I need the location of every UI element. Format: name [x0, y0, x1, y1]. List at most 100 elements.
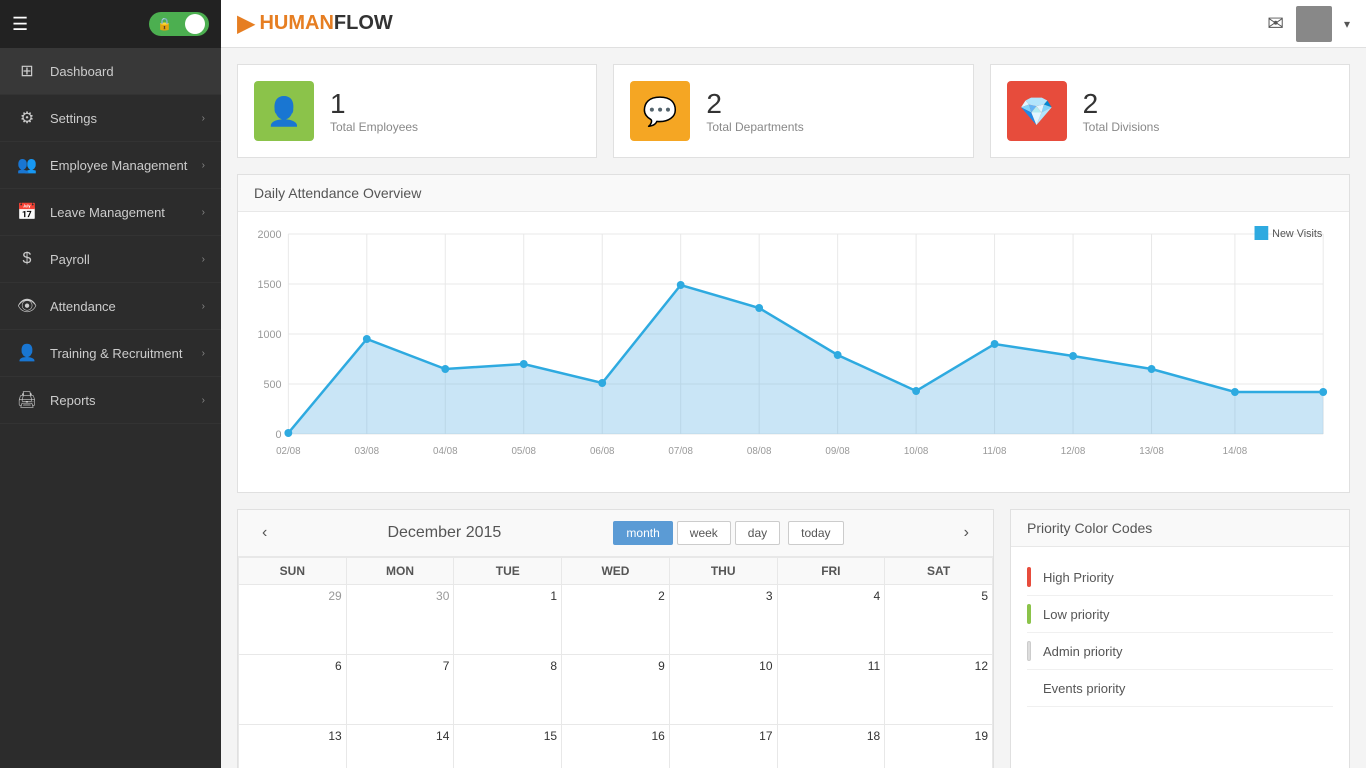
stat-icon-box-employees: 👤 — [254, 81, 314, 141]
chart-point — [1319, 388, 1327, 396]
calendar-next-button[interactable]: › — [956, 520, 977, 546]
chart-title: Daily Attendance Overview — [238, 175, 1349, 212]
cal-day-cell[interactable]: 11 — [777, 655, 885, 725]
logo: ▶ HUMANFLOW — [237, 9, 393, 38]
sidebar-item-attendance[interactable]: 👁 Attendance › — [0, 283, 221, 330]
cal-day-cell[interactable]: 16 — [562, 725, 670, 768]
sidebar-item-dashboard[interactable]: ⊞ Dashboard — [0, 48, 221, 95]
svg-text:1000: 1000 — [257, 329, 281, 341]
sidebar-item-training-recruitment[interactable]: 👤 Training & Recruitment › — [0, 330, 221, 377]
cal-day-cell[interactable]: 2 — [562, 585, 670, 655]
cal-day-cell[interactable]: 5 — [885, 585, 993, 655]
day-number: 6 — [243, 659, 342, 673]
cal-day-cell[interactable]: 3 — [669, 585, 777, 655]
svg-text:07/08: 07/08 — [668, 446, 693, 457]
leave-management-icon: 📅 — [16, 201, 38, 223]
stat-icon-box-departments: 💬 — [630, 81, 690, 141]
sidebar-label-settings: Settings — [50, 111, 202, 126]
employees-number: 1 — [330, 88, 418, 120]
svg-text:1500: 1500 — [257, 279, 281, 291]
chart-body: 2000 1500 1000 500 0 — [238, 212, 1349, 492]
toggle-switch[interactable]: 🔒 — [149, 12, 209, 36]
calendar-title: December 2015 — [387, 524, 501, 542]
calendar-day-button[interactable]: day — [735, 521, 780, 545]
priority-dot-green-icon — [1027, 604, 1031, 624]
stat-info-divisions: 2 Total Divisions — [1083, 88, 1160, 134]
priority-section: Priority Color Codes High Priority Low p… — [1010, 509, 1350, 768]
cal-day-cell[interactable]: 19 — [885, 725, 993, 768]
chart-point — [1148, 365, 1156, 373]
svg-text:03/08: 03/08 — [355, 446, 380, 457]
calendar-grid: SUNMONTUEWEDTHUFRISAT 293012345678910111… — [238, 557, 993, 768]
settings-icon: ⚙ — [16, 107, 38, 129]
cal-header-fri: FRI — [777, 558, 885, 585]
priority-dot-none-icon — [1027, 678, 1031, 698]
cal-header-sun: SUN — [239, 558, 347, 585]
cal-day-cell[interactable]: 10 — [669, 655, 777, 725]
priority-list: High Priority Low priority Admin priorit… — [1011, 547, 1349, 719]
cal-day-cell[interactable]: 29 — [239, 585, 347, 655]
user-avatar[interactable] — [1296, 6, 1332, 42]
cal-day-cell[interactable]: 9 — [562, 655, 670, 725]
calendar-month-button[interactable]: month — [613, 521, 672, 545]
sidebar-label-leave-management: Leave Management — [50, 205, 202, 220]
svg-text:02/08: 02/08 — [276, 446, 301, 457]
cal-day-cell[interactable]: 1 — [454, 585, 562, 655]
cal-day-cell[interactable]: 8 — [454, 655, 562, 725]
chart-section: Daily Attendance Overview 2000 1500 1000… — [237, 174, 1350, 493]
sidebar-item-reports[interactable]: 🖨 Reports › — [0, 377, 221, 424]
cal-day-cell[interactable]: 6 — [239, 655, 347, 725]
cal-day-cell[interactable]: 13 — [239, 725, 347, 768]
priority-item: High Priority — [1027, 559, 1333, 596]
cal-day-cell[interactable]: 15 — [454, 725, 562, 768]
sidebar-label-dashboard: Dashboard — [50, 64, 205, 79]
chart-point — [284, 429, 292, 437]
day-number: 15 — [458, 729, 557, 743]
priority-dot-white-icon — [1027, 641, 1031, 661]
svg-text:500: 500 — [263, 379, 281, 391]
reports-icon: 🖨 — [16, 389, 38, 411]
cal-day-cell[interactable]: 17 — [669, 725, 777, 768]
hamburger-icon[interactable]: ☰ — [12, 14, 28, 35]
priority-label: High Priority — [1043, 570, 1114, 585]
sidebar-item-leave-management[interactable]: 📅 Leave Management › — [0, 189, 221, 236]
cal-header-mon: MON — [346, 558, 454, 585]
calendar-prev-button[interactable]: ‹ — [254, 520, 275, 546]
sidebar-item-settings[interactable]: ⚙ Settings › — [0, 95, 221, 142]
cal-day-cell[interactable]: 12 — [885, 655, 993, 725]
cal-day-cell[interactable]: 14 — [346, 725, 454, 768]
cal-day-cell[interactable]: 4 — [777, 585, 885, 655]
logo-triangle-icon: ▶ — [237, 9, 255, 38]
day-number: 7 — [351, 659, 450, 673]
stat-info-employees: 1 Total Employees — [330, 88, 418, 134]
sidebar-item-employee-management[interactable]: 👥 Employee Management › — [0, 142, 221, 189]
departments-label: Total Departments — [706, 120, 803, 134]
calendar-week-button[interactable]: week — [677, 521, 731, 545]
cal-day-cell[interactable]: 7 — [346, 655, 454, 725]
employee-management-icon: 👥 — [16, 154, 38, 176]
day-number: 19 — [889, 729, 988, 743]
attendance-icon: 👁 — [16, 295, 38, 317]
day-number: 4 — [782, 589, 881, 603]
day-number: 16 — [566, 729, 665, 743]
svg-text:14/08: 14/08 — [1223, 446, 1248, 457]
payroll-icon: $ — [16, 248, 38, 270]
sidebar: ☰ 🔒 ⊞ Dashboard ⚙ Settings › 👥 Employee … — [0, 0, 221, 768]
toggle-knob — [185, 14, 205, 34]
priority-item: Events priority — [1027, 670, 1333, 707]
calendar-today-button[interactable]: today — [788, 521, 843, 545]
user-dropdown-arrow-icon[interactable]: ▾ — [1344, 17, 1350, 31]
bottom-section: ‹ December 2015 month week day today › — [237, 509, 1350, 768]
day-number: 13 — [243, 729, 342, 743]
day-number: 3 — [674, 589, 773, 603]
departments-number: 2 — [706, 88, 803, 120]
stat-info-departments: 2 Total Departments — [706, 88, 803, 134]
cal-day-cell[interactable]: 30 — [346, 585, 454, 655]
cal-header-thu: THU — [669, 558, 777, 585]
mail-icon[interactable]: ✉ — [1267, 11, 1284, 36]
cal-week-row: 293012345 — [239, 585, 993, 655]
priority-item: Admin priority — [1027, 633, 1333, 670]
cal-day-cell[interactable]: 18 — [777, 725, 885, 768]
day-number: 2 — [566, 589, 665, 603]
sidebar-item-payroll[interactable]: $ Payroll › — [0, 236, 221, 283]
